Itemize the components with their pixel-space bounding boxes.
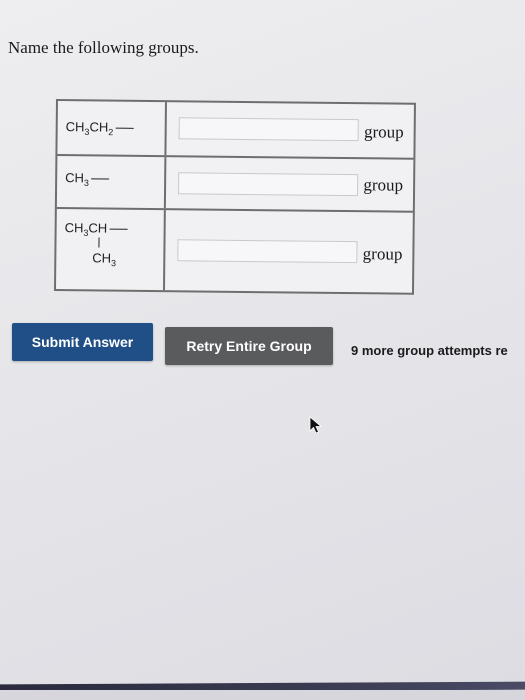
answer-cell: group bbox=[165, 210, 413, 293]
group-suffix-label: group bbox=[363, 175, 404, 195]
attempts-remaining-text: 9 more group attempts re bbox=[351, 343, 508, 358]
bond-line bbox=[115, 127, 134, 129]
formula-methyl: CH3 bbox=[65, 170, 109, 188]
grid-row-ethyl: CH3CH2 group bbox=[57, 101, 414, 160]
answer-input-ethyl[interactable] bbox=[178, 117, 359, 142]
branch-bond-line bbox=[98, 237, 100, 248]
group-suffix-label: group bbox=[363, 122, 404, 142]
answer-input-isopropyl[interactable] bbox=[177, 239, 358, 264]
formula-ethyl: CH3CH2 bbox=[66, 119, 134, 137]
retry-entire-group-button[interactable]: Retry Entire Group bbox=[165, 327, 333, 365]
answer-input-methyl[interactable] bbox=[178, 172, 359, 197]
formula-cell: CH3CH2 bbox=[57, 101, 167, 156]
formula-cell: CH3CH CH3 bbox=[56, 209, 166, 291]
answer-grid: CH3CH2 group CH3 group CH3CH CH3 group bbox=[53, 99, 416, 295]
formula-cell: CH3 bbox=[56, 156, 167, 209]
answer-cell: group bbox=[166, 102, 414, 158]
mouse-pointer-icon bbox=[309, 416, 323, 434]
group-suffix-label: group bbox=[362, 244, 403, 264]
grid-row-isopropyl: CH3CH CH3 group bbox=[56, 209, 413, 293]
bond-line bbox=[109, 228, 128, 230]
formula-isopropyl: CH3CH bbox=[65, 220, 128, 238]
bond-line bbox=[90, 178, 109, 180]
monitor-bottom-strip bbox=[0, 690, 525, 700]
answer-cell: group bbox=[166, 157, 414, 211]
submit-answer-button[interactable]: Submit Answer bbox=[12, 323, 153, 361]
question-prompt: Name the following groups. bbox=[8, 38, 199, 57]
formula-branch: CH3 bbox=[92, 250, 117, 269]
grid-row-methyl: CH3 group bbox=[56, 156, 414, 213]
